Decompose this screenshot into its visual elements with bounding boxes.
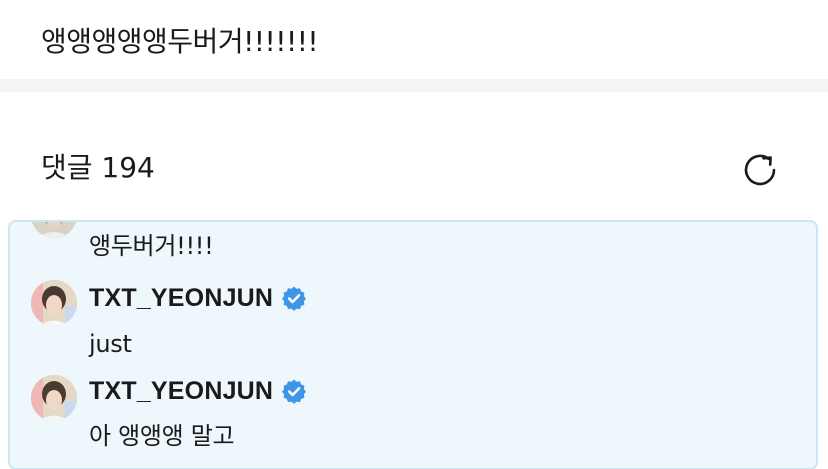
avatar[interactable] [31,222,77,238]
avatar[interactable] [31,375,77,421]
comment-text: 앵두버거!!!! [89,232,214,260]
avatar[interactable] [31,280,77,326]
comment-text: just [89,330,132,358]
comment-thread: 앵두버거!!!! TXT_YEONJUN just TXT_YEONJUN 아 … [8,220,818,469]
comment-text: 아 앵앵앵 말고 [89,422,235,450]
username-link[interactable]: TXT_YEONJUN [89,375,307,407]
username: TXT_YEONJUN [89,284,274,312]
comments-count-header: 댓글 194 [41,151,155,184]
post-text: 앵앵앵앵앵두버거!!!!!!! [41,25,319,58]
verified-badge-icon [282,379,307,404]
verified-badge-icon [282,286,307,311]
section-divider [0,79,828,92]
page: 앵앵앵앵앵두버거!!!!!!! 댓글 194 앵두버거!!!! TXT_YEON… [0,0,828,469]
refresh-icon [744,154,776,186]
refresh-button[interactable] [738,148,782,192]
username-link[interactable]: TXT_YEONJUN [89,282,307,314]
username: TXT_YEONJUN [89,377,274,405]
